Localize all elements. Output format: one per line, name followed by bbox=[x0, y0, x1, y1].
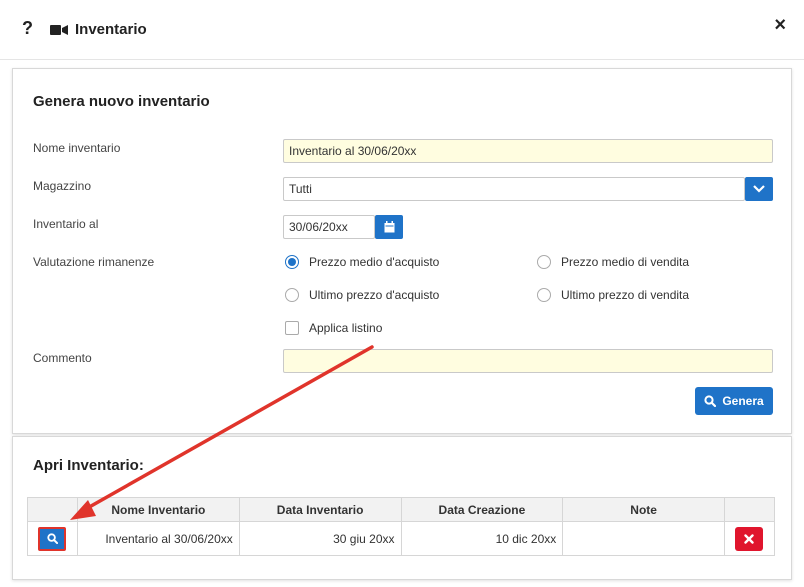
open-inventory-button[interactable] bbox=[38, 526, 67, 551]
open-section-title: Apri Inventario: bbox=[33, 457, 144, 474]
commento-label: Commento bbox=[33, 351, 92, 365]
video-camera-icon bbox=[50, 25, 68, 35]
radio-label: Prezzo medio di vendita bbox=[561, 255, 690, 269]
magazzino-dropdown-button[interactable] bbox=[745, 177, 773, 201]
generate-inventory-panel: Genera nuovo inventario Nome inventario … bbox=[12, 68, 792, 434]
generate-section-title: Genera nuovo inventario bbox=[33, 93, 210, 110]
inventario-al-label: Inventario al bbox=[33, 217, 99, 231]
cell-nome: Inventario al 30/06/20xx bbox=[76, 521, 240, 556]
open-cell bbox=[27, 521, 78, 556]
open-inventory-panel: Apri Inventario: Nome Inventario Data In… bbox=[12, 436, 792, 580]
column-header-actions bbox=[27, 497, 78, 522]
radio-button[interactable] bbox=[537, 288, 551, 302]
cell-data-creazione: 10 dic 20xx bbox=[400, 521, 564, 556]
dialog-title: Inventario bbox=[75, 21, 147, 38]
search-icon bbox=[704, 395, 717, 407]
table-row[interactable]: Inventario al 30/06/20xx 30 giu 20xx 10 … bbox=[27, 521, 776, 556]
delete-inventory-button[interactable] bbox=[735, 526, 764, 551]
radio-button[interactable] bbox=[285, 288, 299, 302]
help-icon[interactable]: ? bbox=[22, 18, 33, 39]
cell-note bbox=[562, 521, 725, 556]
search-icon bbox=[47, 533, 58, 544]
close-icon[interactable]: × bbox=[774, 14, 786, 37]
radio-prezzo-medio-vendita[interactable]: Prezzo medio di vendita bbox=[537, 255, 689, 269]
column-header-data-creazione[interactable]: Data Creazione bbox=[400, 497, 564, 522]
radio-ultimo-prezzo-acquisto[interactable]: Ultimo prezzo d'acquisto bbox=[285, 288, 439, 302]
column-header-note[interactable]: Note bbox=[562, 497, 725, 522]
inventario-date-input[interactable]: 30/06/20xx bbox=[283, 215, 375, 239]
chevron-down-icon bbox=[753, 185, 765, 193]
radio-label: Prezzo medio d'acquisto bbox=[309, 255, 440, 269]
radio-button[interactable] bbox=[537, 255, 551, 269]
radio-label: Ultimo prezzo d'acquisto bbox=[309, 288, 440, 302]
applica-listino-label: Applica listino bbox=[309, 321, 383, 335]
applica-listino-checkbox[interactable] bbox=[285, 321, 299, 335]
column-header-nome[interactable]: Nome Inventario bbox=[76, 497, 240, 522]
cell-data-inventario: 30 giu 20xx bbox=[238, 521, 402, 556]
radio-button-selected[interactable] bbox=[285, 255, 299, 269]
magazzino-label: Magazzino bbox=[33, 179, 92, 193]
nome-inventario-input[interactable]: Inventario al 30/06/20xx bbox=[283, 139, 773, 163]
inventory-table: Nome Inventario Data Inventario Data Cre… bbox=[27, 497, 776, 556]
calendar-button[interactable] bbox=[375, 215, 403, 239]
table-header-row: Nome Inventario Data Inventario Data Cre… bbox=[27, 497, 776, 522]
applica-listino-checkbox-row[interactable]: Applica listino bbox=[285, 321, 382, 335]
column-header-data-inventario[interactable]: Data Inventario bbox=[238, 497, 402, 522]
calendar-icon bbox=[384, 221, 394, 233]
radio-ultimo-prezzo-vendita[interactable]: Ultimo prezzo di vendita bbox=[537, 288, 689, 302]
delete-cell bbox=[723, 521, 776, 556]
radio-prezzo-medio-acquisto[interactable]: Prezzo medio d'acquisto bbox=[285, 255, 439, 269]
column-header-delete bbox=[723, 497, 776, 522]
valutazione-label: Valutazione rimanenze bbox=[33, 255, 155, 269]
commento-input[interactable] bbox=[283, 349, 773, 373]
genera-label: Genera bbox=[722, 394, 764, 408]
magazzino-select[interactable]: Tutti bbox=[283, 177, 745, 201]
delete-x-icon bbox=[744, 533, 755, 544]
nome-inventario-label: Nome inventario bbox=[33, 141, 121, 155]
dialog-header: ? Inventario × bbox=[0, 0, 804, 60]
radio-label: Ultimo prezzo di vendita bbox=[561, 288, 690, 302]
genera-button[interactable]: Genera bbox=[695, 387, 773, 415]
